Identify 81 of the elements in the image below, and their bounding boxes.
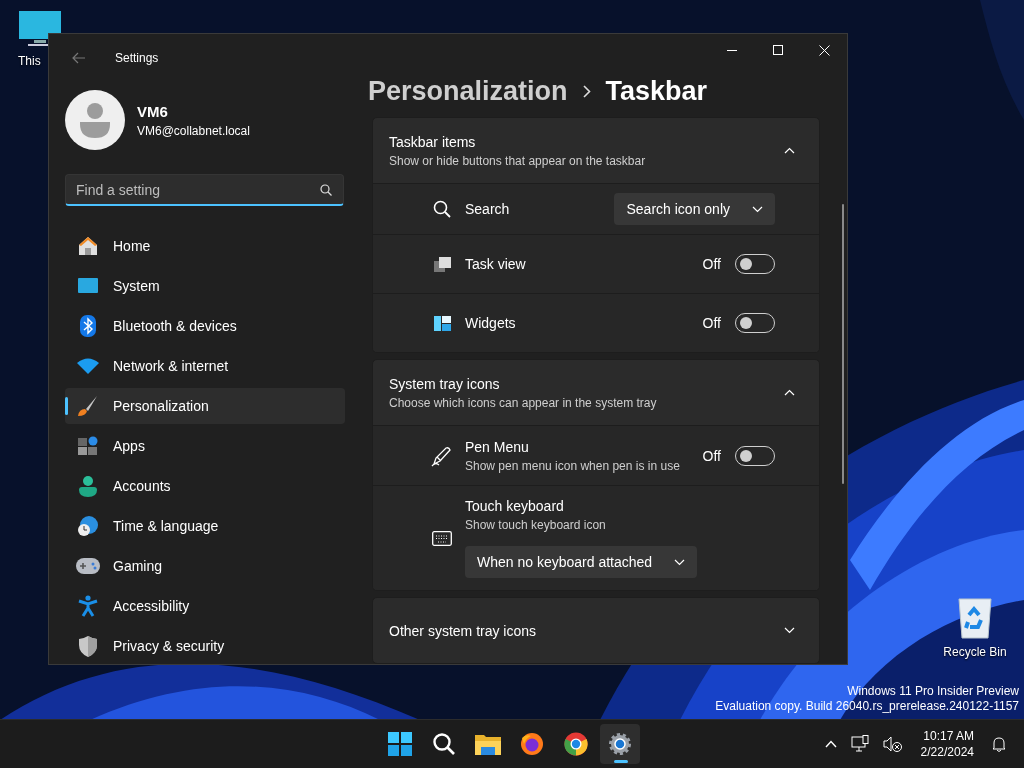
scrollbar[interactable] [842,204,844,484]
toggle-state-label: Off [702,256,721,272]
setting-description: Show touch keyboard icon [465,518,607,532]
dropdown[interactable]: Search icon only [614,193,775,225]
apps-icon [78,436,98,456]
nav-item[interactable]: Gaming [65,548,345,584]
edition-notice: Evaluation copy. Build 26040.rs_prerelease.240122-1157 [715,699,1019,714]
nav-item[interactable]: Personalization [65,388,345,424]
setting-label: Task view [465,256,527,272]
caret-icon [674,558,686,566]
setting-label: Touch keyboard [465,498,565,514]
section-title: Taskbar items [389,133,477,150]
bluetooth-icon [80,315,96,337]
caret-icon [752,205,763,213]
folder-icon[interactable] [475,733,501,755]
overlapping-squares-icon [433,256,451,272]
shield-icon [79,635,97,657]
fox-browser-icon[interactable] [520,732,544,756]
maximize-icon [773,45,783,55]
chevron-up-icon [783,147,795,154]
setting-label: Widgets [465,315,517,331]
setting-label: Search [465,201,511,217]
accessibility-icon [78,595,98,617]
person-icon [78,475,98,497]
section-description: Choose which icons can appear in the system tray [389,395,658,410]
chevron-right-icon [581,85,592,98]
taskbar-button[interactable] [600,724,640,764]
nav-item[interactable]: Accessibility [65,588,345,624]
minimize-icon [727,49,737,51]
search-icon [320,184,332,196]
section-description: Show or hide buttons that appear on the taskbar [389,153,647,168]
setting-label: Pen Menu [465,438,530,455]
page-title: Taskbar [605,76,708,107]
search-icon [433,200,451,218]
desktop-icon-label[interactable]: This [18,54,41,68]
nav-item[interactable]: Bluetooth & devices [65,308,345,344]
close-icon [818,44,830,56]
nav-item[interactable]: Accounts [65,468,345,504]
search-icon[interactable] [432,732,456,756]
chevron-up-icon [783,389,795,396]
account-email: VM6@collabnet.local [137,123,250,138]
search-field[interactable]: Find a setting [65,174,344,206]
toggle-state-label: Off [702,447,721,464]
monitor-icon [18,10,62,48]
nav-item[interactable]: Network & internet [65,348,345,384]
gamepad-icon [76,558,100,574]
nav-item[interactable]: Time & language [65,508,345,544]
chevron-down-icon [783,627,795,634]
section-title: Other system tray icons [389,622,538,639]
window-title: Settings [115,51,159,65]
monitor-icon [78,278,98,294]
widgets-icon [433,315,451,331]
gear-icon[interactable] [608,732,632,756]
keyboard-icon [432,530,452,546]
setting-description: Show pen menu icon when pen is in use [465,458,681,473]
nav-item[interactable]: Home [65,228,345,264]
back-arrow-icon[interactable] [72,52,86,64]
recycle-bin-icon [957,595,993,639]
start-icon[interactable] [388,732,412,756]
home-icon [78,236,98,256]
nav-item[interactable]: Privacy & security [65,628,345,664]
account-name: VM6 [137,102,169,120]
dropdown[interactable]: When no keyboard attached [465,546,698,578]
network-icon[interactable] [850,735,869,753]
bell-icon[interactable] [992,736,1006,752]
breadcrumb-link[interactable]: Personalization [368,76,568,107]
wifi-icon [77,358,99,374]
chevron-up-icon[interactable] [824,740,837,748]
clock-time[interactable]: 10:17 AM [923,729,974,743]
desktop-icon-label[interactable]: Recycle Bin [943,645,1007,659]
pen-icon [431,444,453,467]
muted-speaker-icon[interactable] [882,736,903,752]
clock-date[interactable]: 2/22/2024 [920,745,974,759]
section-title: System tray icons [389,375,501,392]
chrome-browser-icon[interactable] [564,732,588,756]
toggle-state-label: Off [702,315,721,331]
nav-item[interactable]: Apps [65,428,345,464]
nav-item[interactable]: System [65,268,345,304]
edition-notice: Windows 11 Pro Insider Preview [847,684,1019,699]
globe-clock-icon [77,515,99,537]
avatar [65,90,125,150]
